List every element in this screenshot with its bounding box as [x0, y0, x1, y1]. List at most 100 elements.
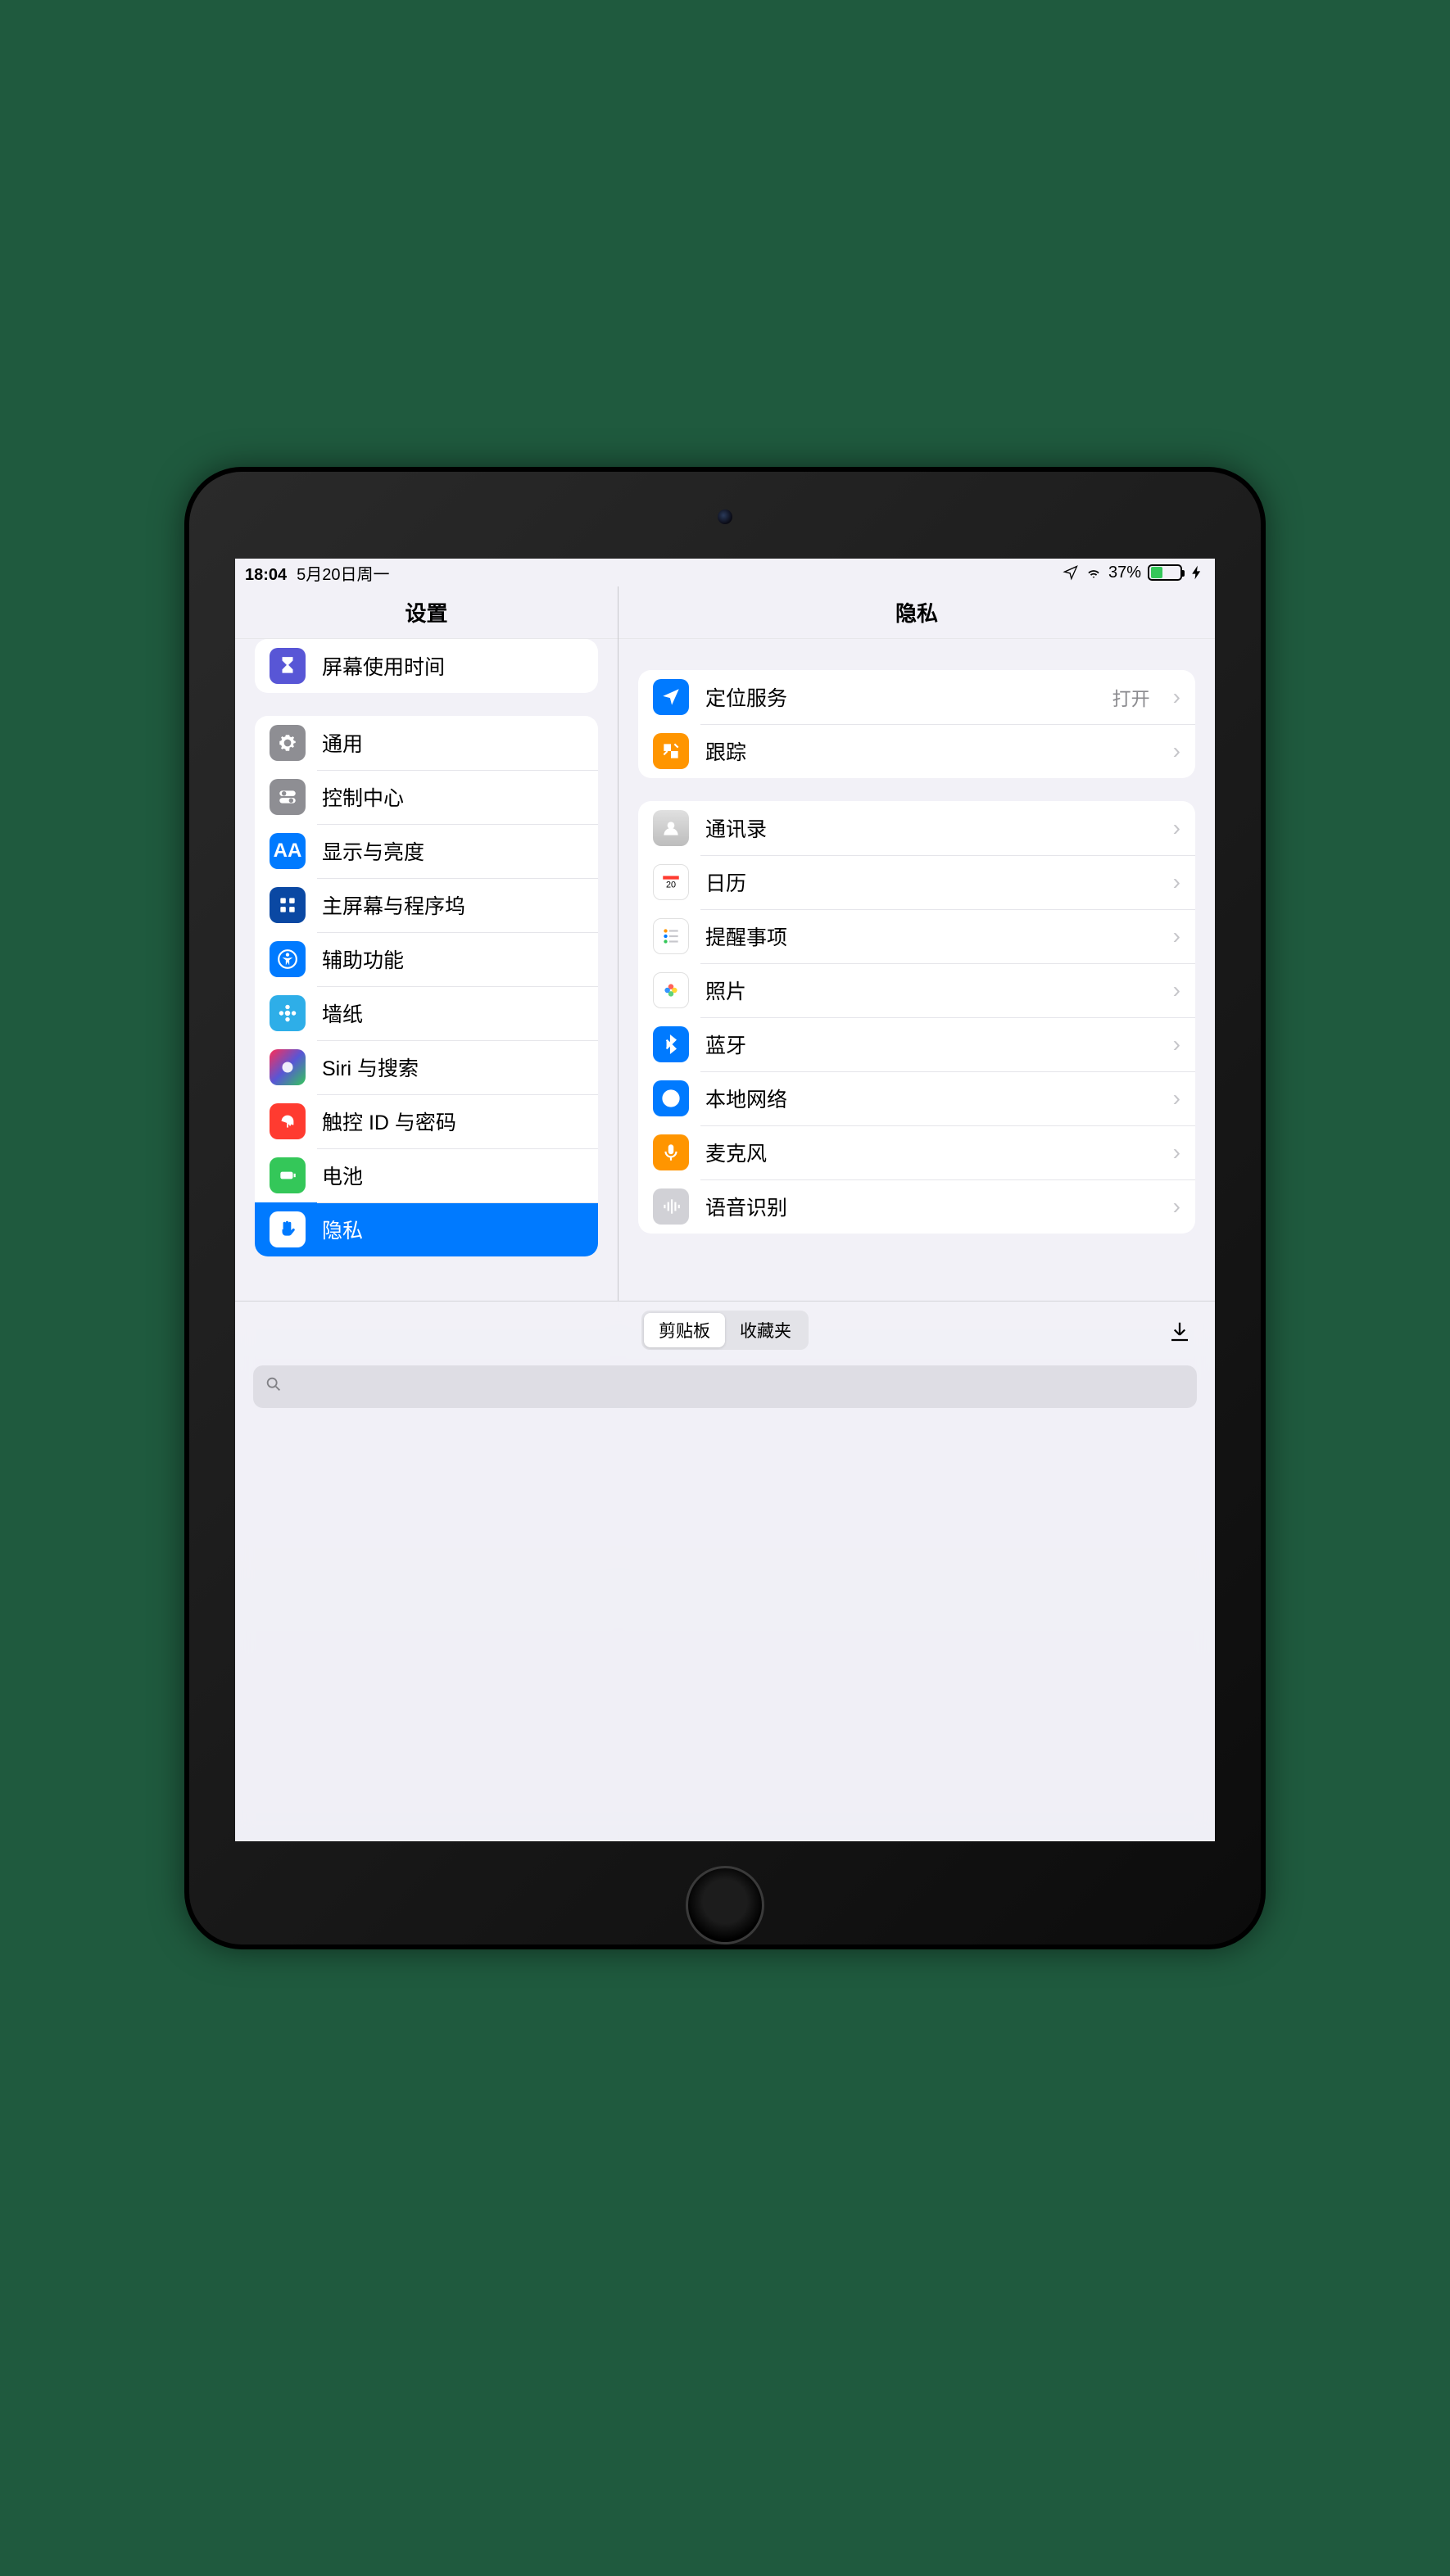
sidebar-group-main: 通用 控制中心 AA 显示与亮度	[255, 716, 598, 1256]
detail-item-label: 日历	[705, 867, 1150, 897]
sidebar-item-wallpaper[interactable]: 墙纸	[255, 986, 598, 1040]
device-inner: 18:04 5月20日周一 37% 设置	[189, 472, 1261, 1944]
detail-item-bluetooth[interactable]: 蓝牙 ›	[638, 1017, 1195, 1071]
ipad-device-frame: 18:04 5月20日周一 37% 设置	[184, 467, 1266, 1949]
detail-item-label: 照片	[705, 976, 1150, 1005]
bluetooth-icon	[653, 1026, 689, 1062]
chevron-right-icon: ›	[1173, 815, 1180, 841]
sidebar-item-label: 墙纸	[322, 998, 583, 1028]
chevron-right-icon: ›	[1173, 684, 1180, 710]
chevron-right-icon: ›	[1173, 977, 1180, 1003]
contacts-icon	[653, 810, 689, 846]
detail-item-label: 麦克风	[705, 1138, 1150, 1167]
flower-icon	[270, 995, 306, 1031]
status-time: 18:04	[245, 566, 287, 585]
chevron-right-icon: ›	[1173, 1193, 1180, 1220]
sidebar-item-label: 主屏幕与程序坞	[322, 890, 583, 920]
tab-favorites[interactable]: 收藏夹	[725, 1313, 806, 1347]
sidebar-item-label: Siri 与搜索	[322, 1053, 583, 1082]
tracking-icon	[653, 733, 689, 769]
detail-item-label: 通讯录	[705, 813, 1150, 843]
battery-icon	[1148, 564, 1182, 581]
tab-clipboard[interactable]: 剪贴板	[644, 1313, 725, 1347]
status-bar: 18:04 5月20日周一 37%	[235, 559, 1215, 586]
sidebar-item-label: 屏幕使用时间	[322, 651, 583, 681]
home-button[interactable]	[686, 1866, 764, 1944]
status-left: 18:04 5月20日周一	[245, 561, 390, 585]
chevron-right-icon: ›	[1173, 1031, 1180, 1057]
sidebar-item-battery[interactable]: 电池	[255, 1148, 598, 1202]
detail-title: 隐私	[619, 586, 1215, 639]
photos-icon	[653, 972, 689, 1008]
waveform-icon	[653, 1188, 689, 1225]
microphone-icon	[653, 1134, 689, 1170]
download-icon[interactable]	[1167, 1320, 1192, 1351]
sidebar-item-label: 辅助功能	[322, 944, 583, 974]
siri-icon	[270, 1049, 306, 1085]
clipboard-panel: 剪贴板 收藏夹	[235, 1301, 1215, 1841]
chevron-right-icon: ›	[1173, 1085, 1180, 1111]
grid-icon	[270, 887, 306, 923]
reminders-icon	[653, 918, 689, 954]
sidebar-item-label: 控制中心	[322, 782, 583, 812]
sidebar-item-accessibility[interactable]: 辅助功能	[255, 932, 598, 986]
detail-group-location: 定位服务 打开 › 跟踪 ›	[638, 670, 1195, 778]
detail-item-location[interactable]: 定位服务 打开 ›	[638, 670, 1195, 724]
sidebar-item-control-center[interactable]: 控制中心	[255, 770, 598, 824]
gear-icon	[270, 725, 306, 761]
battery-percent: 37%	[1108, 564, 1141, 582]
hourglass-icon	[270, 648, 306, 684]
location-active-icon	[1063, 564, 1079, 581]
detail-item-reminders[interactable]: 提醒事项 ›	[638, 909, 1195, 963]
switches-icon	[270, 779, 306, 815]
sidebar-item-home-screen[interactable]: 主屏幕与程序坞	[255, 878, 598, 932]
detail-item-label: 蓝牙	[705, 1030, 1150, 1059]
sidebar-item-screen-time[interactable]: 屏幕使用时间	[255, 639, 598, 693]
globe-icon	[653, 1080, 689, 1116]
panel-search-field[interactable]	[253, 1365, 1197, 1408]
location-icon	[653, 679, 689, 715]
sidebar-title: 设置	[235, 586, 618, 639]
calendar-icon: 20	[653, 864, 689, 900]
chevron-right-icon: ›	[1173, 923, 1180, 949]
sidebar-item-touchid[interactable]: 触控 ID 与密码	[255, 1094, 598, 1148]
detail-item-calendar[interactable]: 20 日历 ›	[638, 855, 1195, 909]
detail-item-label: 本地网络	[705, 1084, 1150, 1113]
sidebar-item-privacy[interactable]: 隐私	[255, 1202, 598, 1256]
panel-search-input[interactable]	[291, 1376, 1185, 1397]
detail-item-local-network[interactable]: 本地网络 ›	[638, 1071, 1195, 1125]
detail-item-value: 打开	[1112, 683, 1150, 711]
detail-item-speech[interactable]: 语音识别 ›	[638, 1179, 1195, 1234]
accessibility-icon	[270, 941, 306, 977]
chevron-right-icon: ›	[1173, 1139, 1180, 1166]
detail-item-microphone[interactable]: 麦克风 ›	[638, 1125, 1195, 1179]
detail-group-data: 通讯录 › 20 日历 ›	[638, 801, 1195, 1234]
sidebar-item-label: 显示与亮度	[322, 836, 583, 866]
detail-item-tracking[interactable]: 跟踪 ›	[638, 724, 1195, 778]
chevron-right-icon: ›	[1173, 738, 1180, 764]
sidebar-item-label: 触控 ID 与密码	[322, 1107, 583, 1136]
detail-item-label: 提醒事项	[705, 921, 1150, 951]
detail-item-contacts[interactable]: 通讯录 ›	[638, 801, 1195, 855]
sidebar-item-display[interactable]: AA 显示与亮度	[255, 824, 598, 878]
charging-icon	[1189, 564, 1205, 581]
status-date: 5月20日周一	[297, 561, 389, 585]
panel-header: 剪贴板 收藏夹	[235, 1302, 1215, 1359]
detail-item-photos[interactable]: 照片 ›	[638, 963, 1195, 1017]
panel-segmented-control[interactable]: 剪贴板 收藏夹	[641, 1311, 809, 1350]
text-size-icon: AA	[270, 833, 306, 869]
screen: 18:04 5月20日周一 37% 设置	[235, 559, 1215, 1841]
sidebar-item-label: 通用	[322, 728, 583, 758]
front-camera	[718, 509, 732, 524]
sidebar-group-screentime: 屏幕使用时间	[255, 639, 598, 693]
chevron-right-icon: ›	[1173, 869, 1180, 895]
sidebar-item-siri[interactable]: Siri 与搜索	[255, 1040, 598, 1094]
detail-item-label: 跟踪	[705, 736, 1150, 766]
sidebar-item-label: 隐私	[322, 1215, 583, 1244]
detail-item-label: 定位服务	[705, 682, 1096, 712]
hand-icon	[270, 1211, 306, 1247]
status-right: 37%	[1063, 564, 1205, 582]
sidebar-item-general[interactable]: 通用	[255, 716, 598, 770]
sidebar-item-label: 电池	[322, 1161, 583, 1190]
detail-item-label: 语音识别	[705, 1192, 1150, 1221]
